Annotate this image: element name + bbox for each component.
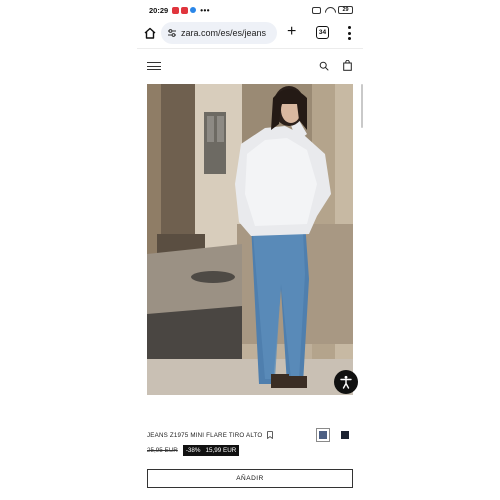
hamburger-icon[interactable] [147, 62, 161, 70]
address-bar[interactable]: zara.com/es/es/jeans [161, 22, 277, 44]
home-icon[interactable] [143, 26, 157, 40]
product-title: JEANS Z1975 MINI FLARE TIRO ALTO [147, 431, 263, 439]
more-notifications-icon: ••• [200, 5, 211, 15]
status-time: 20:29 [149, 5, 169, 15]
old-price: 25,95 EUR [147, 447, 178, 454]
price-row: 25,95 EUR -38% 15,99 EUR [147, 445, 240, 456]
wifi-icon [325, 7, 334, 14]
app-notification-icon [172, 6, 180, 14]
browser-toolbar: zara.com/es/es/jeans + 34 [137, 21, 363, 45]
battery-icon: 29 [338, 6, 353, 14]
sale-price: 15,99 EUR [205, 447, 237, 454]
search-icon[interactable] [319, 61, 329, 71]
shopping-bag-icon[interactable] [343, 60, 352, 71]
swatch-fill [341, 431, 349, 439]
discount-percent: -38% [185, 447, 201, 454]
url-text: zara.com/es/es/jeans [181, 28, 267, 38]
product-image[interactable] [147, 84, 353, 395]
add-to-cart-button[interactable]: AÑADIR [147, 469, 353, 488]
tune-icon[interactable] [167, 28, 177, 38]
phone-screen: 20:29 ••• 29 zara.com/es/es/jeans + 34 J… [137, 0, 363, 500]
tab-switcher-button[interactable]: 34 [316, 26, 329, 39]
color-swatch-blue[interactable] [316, 428, 330, 442]
nfc-icon [312, 6, 321, 14]
accessibility-icon [340, 375, 352, 389]
new-tab-button[interactable]: + [287, 24, 296, 40]
discount-badge: -38% 15,99 EUR [182, 445, 240, 456]
site-header [137, 58, 363, 74]
app-notification-icon [181, 6, 189, 14]
app-notification-icon [190, 7, 197, 13]
scroll-indicator[interactable] [361, 84, 363, 128]
status-bar: 20:29 ••• 29 [137, 3, 363, 17]
product-title-row: JEANS Z1975 MINI FLARE TIRO ALTO [147, 429, 363, 441]
toolbar-divider [137, 48, 363, 49]
accessibility-button[interactable] [334, 370, 358, 394]
notification-icons: ••• [172, 6, 210, 15]
system-icons: 29 [312, 6, 353, 14]
bookmark-icon[interactable] [267, 431, 274, 439]
swatch-fill [319, 431, 327, 439]
color-swatch-navy[interactable] [338, 428, 352, 442]
kebab-menu-icon[interactable] [347, 26, 351, 40]
